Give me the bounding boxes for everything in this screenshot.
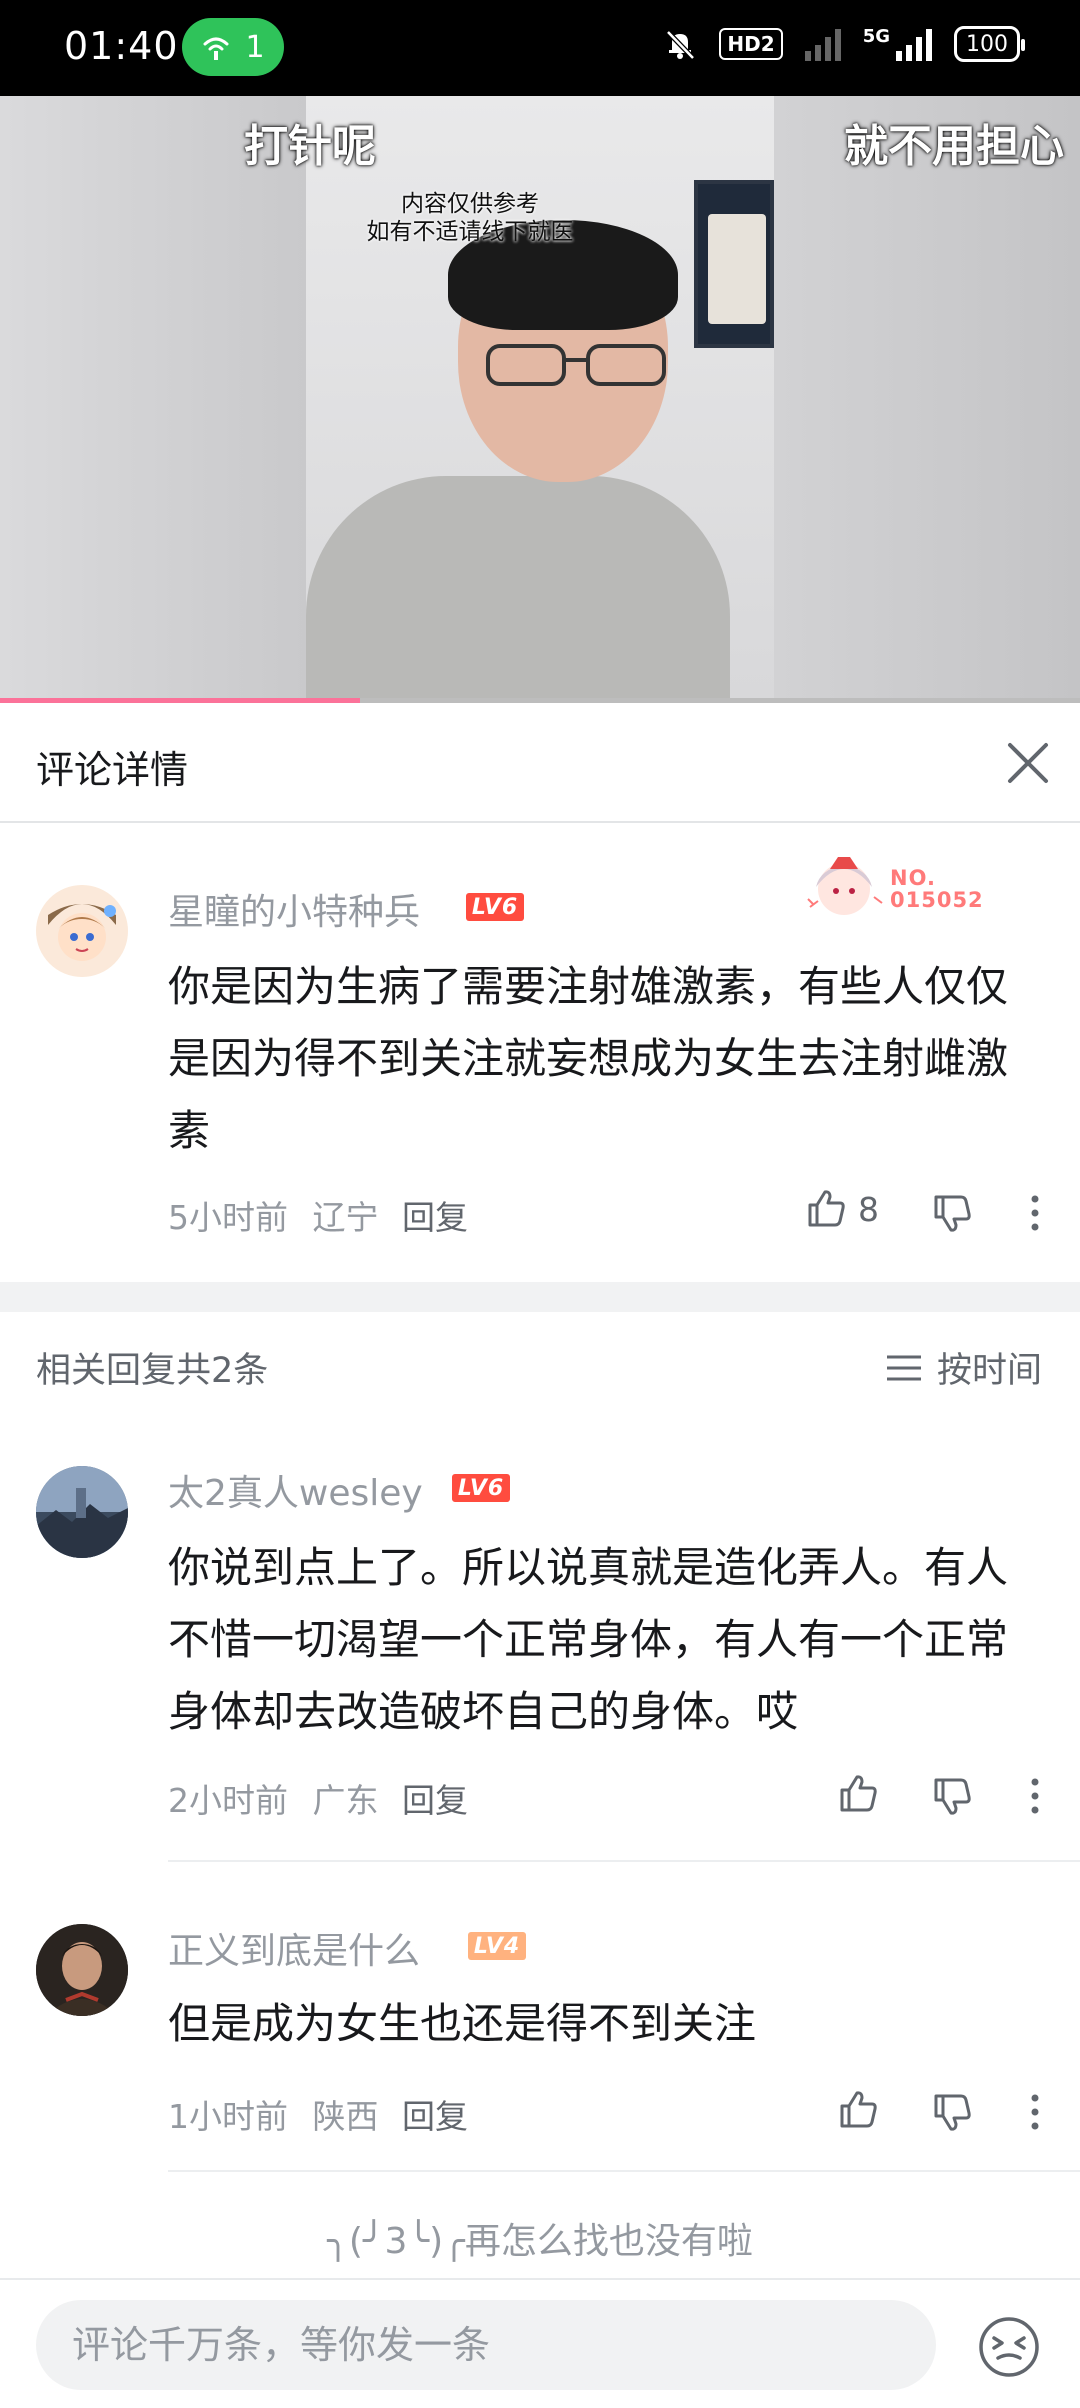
sort-list-icon <box>886 1355 921 1380</box>
disclaimer-line1: 内容仅供参考 <box>401 191 539 217</box>
person-shirt <box>306 476 730 702</box>
fan-badge-character-icon <box>807 857 883 915</box>
anime-avatar-icon <box>36 885 128 977</box>
comment-input-bar <box>0 2278 1080 2408</box>
more-options-icon[interactable] <box>1022 1776 1048 1816</box>
reply-time: 2小时前 <box>168 1781 288 1820</box>
fan-badge-number: NO. 015052 <box>890 867 984 911</box>
reply-count-label: 相关回复共2条 <box>36 1351 269 1391</box>
reply-username[interactable]: 正义到底是什么 <box>168 1922 420 1974</box>
hotspot-icon <box>203 37 229 60</box>
glasses-shape <box>486 344 666 386</box>
subtitle-right: 就不用担心 <box>844 121 1064 172</box>
page-title: 评论详情 <box>36 748 189 792</box>
disclaimer-line2: 如有不适请线下就医 <box>366 219 574 245</box>
section-divider <box>0 1282 1080 1312</box>
level-badge: LV6 <box>466 893 524 921</box>
reply-text: 但是成为女生也还是得不到关注 <box>168 1999 757 2048</box>
reply-meta: 2小时前 广东 <box>168 1774 379 1822</box>
battery-icon: 100 <box>954 26 1025 62</box>
signal-icon-sim2 <box>896 27 932 61</box>
medical-disclaimer: 内容仅供参考 如有不适请线下就医 <box>350 190 590 246</box>
avatar[interactable] <box>36 885 128 977</box>
status-icons: HD2 5G 100 <box>663 26 1025 62</box>
avatar[interactable] <box>36 1924 128 2016</box>
level-badge: LV6 <box>452 1474 510 1502</box>
wall-poster <box>694 180 774 348</box>
close-icon[interactable] <box>998 733 1058 793</box>
clock: 01:40 <box>64 24 179 68</box>
root-comment: 星瞳的小特种兵 LV6 NO. 015052 你是因为生病了需要注射雄激素，有些… <box>0 825 1080 1280</box>
thumbs-down-icon[interactable] <box>930 1191 974 1235</box>
video-blur-right <box>774 96 1080 702</box>
more-options-icon[interactable] <box>1022 2092 1048 2132</box>
fan-badge: NO. 015052 <box>798 847 998 927</box>
comment-input[interactable] <box>72 2300 892 2390</box>
reply-divider <box>168 1860 1080 1862</box>
comment-username[interactable]: 星瞳的小特种兵 <box>168 883 420 935</box>
more-options-icon[interactable] <box>1022 1193 1048 1233</box>
reply-time: 1小时前 <box>168 2097 288 2136</box>
signal-icon-sim1 <box>804 27 841 61</box>
comment-location: 辽宁 <box>312 1198 379 1237</box>
reply-location: 广东 <box>312 1781 379 1820</box>
landscape-avatar-icon <box>36 1466 128 1558</box>
comment-time: 5小时前 <box>168 1198 288 1237</box>
reply-username[interactable]: 太2真人wesley <box>168 1464 423 1516</box>
video-player[interactable]: 打针呢 就不用担心 内容仅供参考 如有不适请线下就医 <box>0 96 1080 702</box>
sort-toggle[interactable]: 按时间 <box>885 1342 1042 1393</box>
comment-meta: 5小时前 辽宁 <box>168 1191 379 1239</box>
portrait-avatar-icon <box>36 1924 128 2016</box>
comment-text: 你是因为生病了需要注射雄激素，有些人仅仅是因为得不到关注就妄想成为女生去注射雌激… <box>168 962 1009 1155</box>
hotspot-count: 1 <box>245 29 265 65</box>
video-blur-left <box>0 96 306 702</box>
reply-button[interactable]: 回复 <box>402 2090 468 2138</box>
mute-bell-icon <box>666 30 696 60</box>
level-badge: LV4 <box>468 1932 526 1960</box>
emoji-icon[interactable] <box>978 2316 1040 2378</box>
like-button[interactable]: 8 <box>804 1187 879 1231</box>
fan-badge-digits: 015052 <box>890 888 984 912</box>
subtitle-left: 打针呢 <box>244 121 376 172</box>
replies-header: 相关回复共2条 按时间 <box>0 1312 1080 1412</box>
comment-detail-header: 评论详情 <box>0 703 1080 823</box>
thumbs-up-icon <box>808 1190 845 1227</box>
thumbs-up-icon[interactable] <box>836 1772 880 1816</box>
avatar[interactable] <box>36 1466 128 1558</box>
reply-button[interactable]: 回复 <box>402 1191 468 1239</box>
sort-label: 按时间 <box>936 1351 1042 1391</box>
comment-input-wrapper[interactable] <box>36 2300 936 2390</box>
reply-text: 你说到点上了。所以说真就是造化弄人。有人不惜一切渴望一个正常身体，有人有一个正常… <box>168 1543 1009 1736</box>
hd-indicator: HD2 <box>719 28 783 60</box>
hotspot-pill[interactable]: 1 <box>182 18 284 76</box>
fan-badge-prefix: NO. <box>890 866 936 890</box>
reply-meta: 1小时前 陕西 <box>168 2090 379 2138</box>
end-of-list-note: ╮(╯3╰)╭再怎么找也没有啦 <box>327 2221 753 2262</box>
reply-location: 陕西 <box>312 2097 379 2136</box>
status-bar: 01:40 1 HD2 5G 100 <box>0 0 1080 96</box>
network-type: 5G <box>862 26 890 47</box>
thumbs-down-icon[interactable] <box>930 1774 974 1818</box>
thumbs-up-icon[interactable] <box>836 2088 880 2132</box>
thumbs-down-icon[interactable] <box>930 2090 974 2134</box>
battery-level: 100 <box>966 31 1008 57</box>
reply-divider <box>168 2170 1080 2172</box>
like-count: 8 <box>858 1189 879 1229</box>
reply-button[interactable]: 回复 <box>402 1774 468 1822</box>
